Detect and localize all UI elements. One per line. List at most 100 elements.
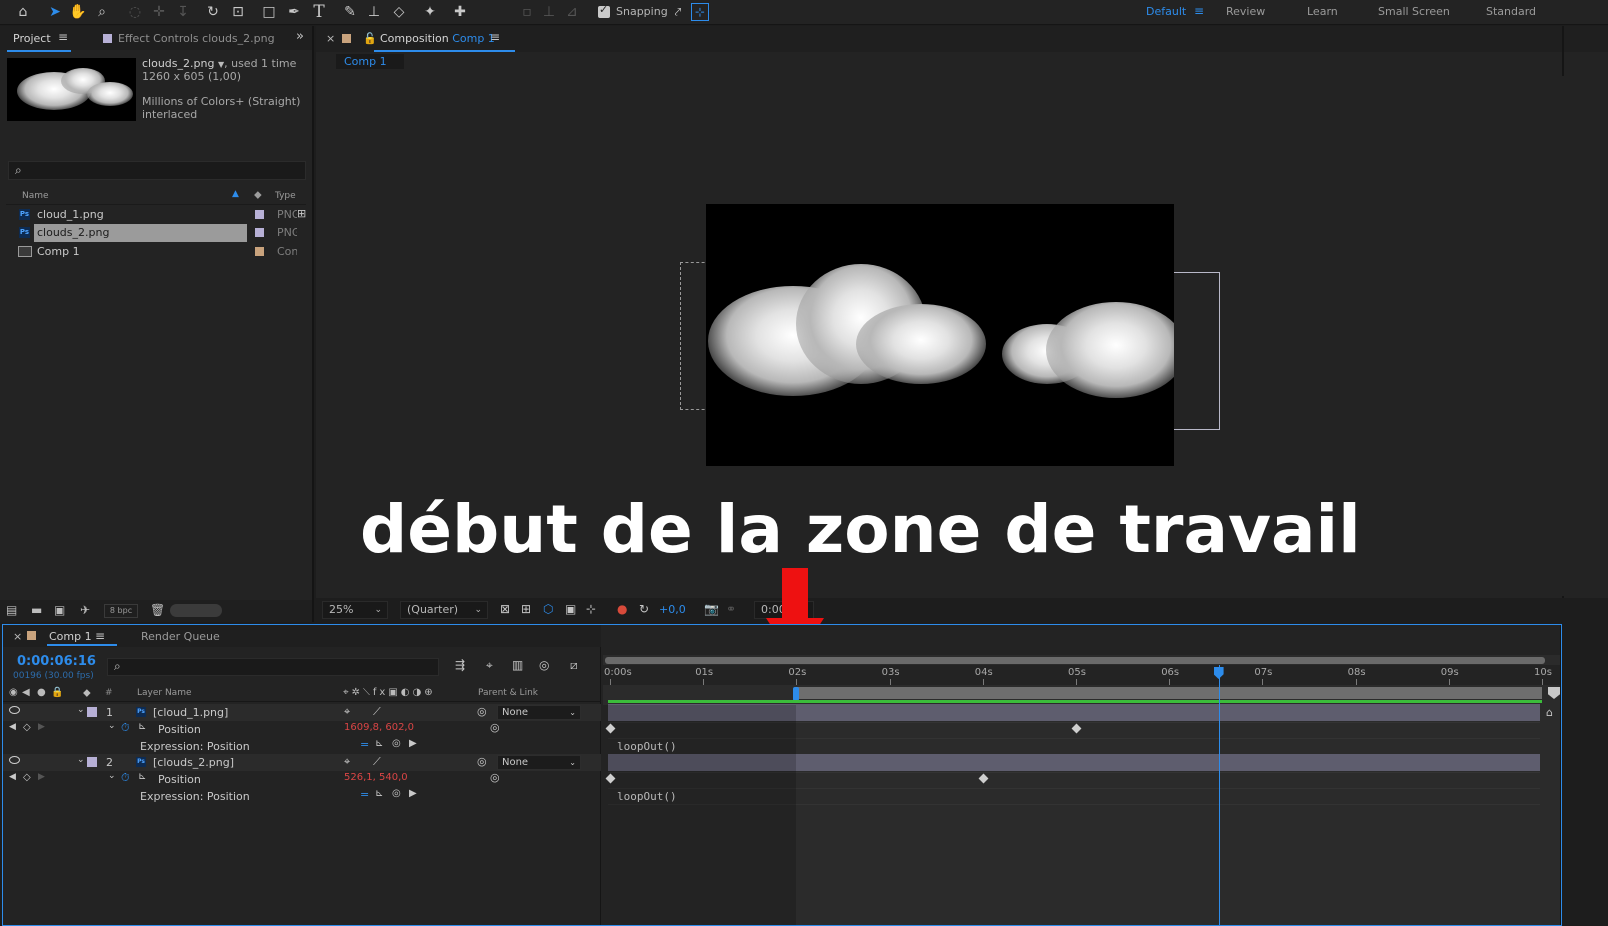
tab-composition[interactable]: Composition Comp 1 [374,32,515,52]
expression-graph-icon[interactable]: ⊾ [375,788,383,799]
panel-menu-icon[interactable]: ≡ [58,30,68,44]
video-switch-icon[interactable]: ◉ [9,687,18,698]
snap-features-icon[interactable]: ⊹ [691,3,709,21]
tab-effect-controls[interactable]: Effect Controls clouds_2.png [103,32,275,45]
add-keyframe-icon[interactable]: ◇ [23,772,31,783]
work-area-bar[interactable] [796,687,1542,699]
guides-grid-icon[interactable]: ⊹ [586,602,596,616]
roto-brush-tool-icon[interactable]: ✦ [419,2,441,22]
label-swatch-icon[interactable] [255,247,264,256]
label-swatch-icon[interactable] [255,210,264,219]
orbit-camera-icon[interactable]: ◌ [124,2,146,22]
workspace-small-screen[interactable]: Small Screen [1378,5,1450,18]
bpc-button[interactable]: 8 bpc [104,604,138,618]
selection-tool-icon[interactable]: ➤ [44,2,66,22]
layer-row-1[interactable]: ⌄ 1 Ps [cloud_1.png] ⌖ ⟋ ◎ None ⌄ [3,704,601,721]
expression-language-menu-icon[interactable]: ▶ [409,788,417,799]
column-type[interactable]: Type [275,191,296,201]
project-item-clouds-2[interactable]: Ps clouds_2.png PNG [6,224,306,242]
keyframe-diamond[interactable] [978,773,989,784]
mask-visibility-icon[interactable]: ⬡ [543,602,553,616]
expression-text[interactable]: loopOut() [617,790,677,803]
rectangle-tool-icon[interactable]: □ [258,2,280,22]
world-axis-icon[interactable]: ⊥ [538,2,560,22]
workspace-default[interactable]: Default [1146,5,1186,18]
expression-text[interactable]: loopOut() [617,740,677,753]
sort-ascending-icon[interactable]: ▲ [232,189,239,199]
workspace-learn[interactable]: Learn [1307,5,1338,18]
shy-switch-icon[interactable]: ⌖ [344,705,350,719]
draft-3d-icon[interactable]: ⌖ [486,658,493,673]
rotate-tool-icon[interactable]: ↻ [202,2,224,22]
work-area-end-marker-icon[interactable] [1548,687,1560,699]
expression-pickwhip-icon[interactable]: ◎ [392,738,401,749]
stopwatch-icon[interactable]: ⏱ [121,721,130,735]
local-axis-icon[interactable]: ▫ [516,2,538,22]
label-tag-icon[interactable]: ⬥ [254,188,262,202]
close-tab-icon[interactable]: × [13,630,22,643]
expand-panels-icon[interactable]: » [296,29,304,44]
tab-comp-1[interactable]: Comp 1 [49,630,92,643]
label-swatch-icon[interactable] [255,228,264,237]
pickwhip-icon[interactable]: ◎ [490,771,500,784]
column-layer-name[interactable]: Layer Name [137,688,192,698]
column-parent-link[interactable]: Parent & Link [478,688,538,698]
add-keyframe-icon[interactable]: ◇ [23,722,31,733]
adjust-project-settings-icon[interactable]: ✈ [80,603,90,617]
parent-dropdown[interactable]: None ⌄ [497,755,581,770]
property-value[interactable]: 526,1, 540,0 [344,772,408,783]
pickwhip-icon[interactable]: ◎ [477,755,487,768]
pen-tool-icon[interactable]: ✒ [283,2,305,22]
channel-rgb-icon[interactable]: ● [617,602,627,616]
expression-graph-icon[interactable]: ⊾ [375,738,383,749]
type-tool-icon[interactable]: T [308,2,330,22]
exposure-value[interactable]: +0,0 [659,603,686,616]
new-composition-icon[interactable]: ▣ [54,603,65,617]
graph-editor-icon[interactable]: ⧄ [570,658,578,673]
project-search-input[interactable]: ⌕ [8,161,306,180]
parent-dropdown[interactable]: None ⌄ [497,705,581,720]
panel-menu-icon[interactable]: ≡ [490,30,500,44]
snapshot-camera-icon[interactable]: 📷 [704,602,719,616]
anchor-point-tool-icon[interactable]: ⊡ [227,2,249,22]
workspace-standard[interactable]: Standard [1486,5,1536,18]
pan-camera-icon[interactable]: ✛ [148,2,170,22]
keyframe-diamond[interactable] [1071,723,1082,734]
flowchart-icon[interactable]: ⊞ [297,207,306,220]
twirl-down-icon[interactable]: ⌄ [77,755,85,765]
lock-icon[interactable]: 🔓 [363,32,377,45]
expression-pickwhip-icon[interactable]: ◎ [392,788,401,799]
puppet-pin-tool-icon[interactable]: ✚ [449,2,471,22]
panel-menu-icon[interactable]: ≡ [95,629,105,643]
stopwatch-icon[interactable]: ⏱ [121,771,130,785]
workspace-menu-icon[interactable]: ≡ [1194,4,1204,18]
dolly-camera-icon[interactable]: ↧ [172,2,194,22]
clone-stamp-tool-icon[interactable]: ⊥ [363,2,385,22]
twirl-down-icon[interactable]: ⌄ [77,705,85,715]
time-ruler[interactable]: 0:00s 01s 02s 03s 04s 05s 06s 07s 08s 09s 10s [603,665,1561,685]
prev-keyframe-icon[interactable]: ◀ [9,722,16,732]
pickwhip-icon[interactable]: ◎ [490,721,500,734]
next-keyframe-icon[interactable]: ▶ [38,772,45,782]
brush-tool-icon[interactable]: ✎ [339,2,361,22]
composition-frame[interactable] [706,204,1174,466]
project-item-cloud-1[interactable]: Ps cloud_1.png PNG ⊞ [6,206,306,224]
tab-render-queue[interactable]: Render Queue [141,630,220,643]
solo-switch-icon[interactable]: ● [37,687,46,698]
label-swatch-icon[interactable] [87,707,97,717]
snapping-checkbox[interactable]: ✓ [598,3,610,18]
close-tab-icon[interactable]: × [326,32,335,45]
expression-enable-icon[interactable]: = [360,788,369,801]
quality-switch-icon[interactable]: ⟋ [373,755,381,769]
tab-project[interactable]: Project [7,32,71,52]
shy-layers-icon[interactable]: ▥ [512,658,523,672]
column-name[interactable]: Name [22,191,49,201]
label-tag-icon[interactable]: ⬥ [83,686,91,700]
workspace-review[interactable]: Review [1226,5,1265,18]
layer-switches-icons[interactable]: ⌖✲⟍fx▣◐◑⊕ [343,687,436,698]
work-area-start-handle[interactable] [793,687,800,701]
pickwhip-icon[interactable]: ◎ [477,705,487,718]
fast-previews-icon[interactable]: ⊠ [500,602,510,616]
new-folder-icon[interactable]: ▬ [31,603,42,617]
visibility-eye-icon[interactable] [9,756,20,764]
